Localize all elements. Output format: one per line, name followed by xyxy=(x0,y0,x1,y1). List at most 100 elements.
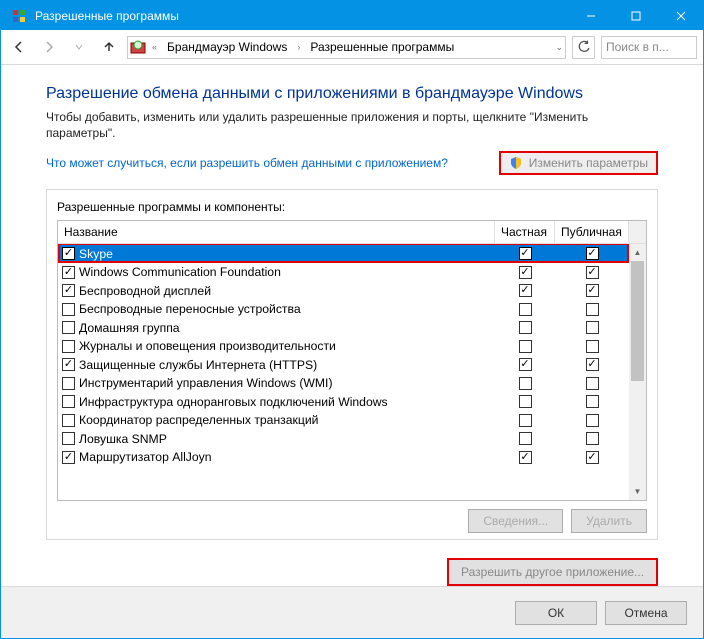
table-row[interactable]: ✓ Skype ✓ ✓ xyxy=(58,244,629,263)
row-name: Маршрутизатор AllJoyn xyxy=(79,450,212,464)
table-row[interactable]: Журналы и оповещения производительности xyxy=(58,337,629,356)
table-row[interactable]: ✓ Беспроводной дисплей ✓ ✓ xyxy=(58,281,629,300)
cancel-button[interactable]: Отмена xyxy=(605,601,687,625)
table-row[interactable]: ✓ Windows Communication Foundation ✓ ✓ xyxy=(58,263,629,282)
titlebar: Разрешенные программы xyxy=(1,1,703,30)
forward-button[interactable] xyxy=(37,35,61,59)
checkbox[interactable] xyxy=(519,432,532,445)
column-name[interactable]: Название xyxy=(58,221,495,243)
maximize-button[interactable] xyxy=(613,1,658,30)
history-dropdown[interactable] xyxy=(67,35,91,59)
chevron-left-icon: « xyxy=(150,42,159,52)
table-row[interactable]: Ловушка SNMP xyxy=(58,429,629,448)
checkbox[interactable]: ✓ xyxy=(519,284,532,297)
checkbox[interactable] xyxy=(586,395,599,408)
checkbox[interactable]: ✓ xyxy=(586,284,599,297)
row-name: Беспроводной дисплей xyxy=(79,284,211,298)
row-name: Skype xyxy=(79,247,113,261)
checkbox[interactable] xyxy=(519,340,532,353)
minimize-button[interactable] xyxy=(568,1,613,30)
listview-header: Название Частная Публичная xyxy=(58,221,646,244)
checkbox[interactable]: ✓ xyxy=(62,266,75,279)
page-subtext: Чтобы добавить, изменить или удалить раз… xyxy=(46,109,658,141)
table-row[interactable]: ✓ Маршрутизатор AllJoyn ✓ ✓ xyxy=(58,448,629,467)
scroll-thumb[interactable] xyxy=(631,261,644,381)
table-row[interactable]: Инструментарий управления Windows (WMI) xyxy=(58,374,629,393)
row-name: Защищенные службы Интернета (HTTPS) xyxy=(79,358,317,372)
ok-button[interactable]: ОК xyxy=(515,601,597,625)
checkbox[interactable]: ✓ xyxy=(519,266,532,279)
checkbox[interactable]: ✓ xyxy=(519,358,532,371)
programs-listview[interactable]: Название Частная Публичная ✓ Skype ✓ ✓ ✓ Wind… xyxy=(57,220,647,501)
checkbox[interactable] xyxy=(519,303,532,316)
checkbox[interactable] xyxy=(519,377,532,390)
scrollbar-vertical[interactable]: ▲ ▼ xyxy=(629,244,646,500)
content-area: Разрешение обмена данными с приложениями… xyxy=(1,65,703,550)
row-name: Беспроводные переносные устройства xyxy=(79,302,301,316)
checkbox[interactable]: ✓ xyxy=(62,247,75,260)
table-row[interactable]: Беспроводные переносные устройства xyxy=(58,300,629,319)
checkbox[interactable]: ✓ xyxy=(586,247,599,260)
checkbox[interactable] xyxy=(519,414,532,427)
refresh-button[interactable] xyxy=(572,36,595,59)
checkbox[interactable]: ✓ xyxy=(586,266,599,279)
allow-another-app-button[interactable]: Разрешить другое приложение... xyxy=(447,558,658,586)
checkbox[interactable] xyxy=(519,395,532,408)
checkbox[interactable]: ✓ xyxy=(62,358,75,371)
scroll-up-icon[interactable]: ▲ xyxy=(629,244,646,261)
checkbox[interactable] xyxy=(62,414,75,427)
checkbox[interactable] xyxy=(586,321,599,334)
checkbox[interactable] xyxy=(62,377,75,390)
row-name: Windows Communication Foundation xyxy=(79,265,281,279)
checkbox[interactable] xyxy=(586,340,599,353)
checkbox[interactable]: ✓ xyxy=(62,451,75,464)
row-name: Домашняя группа xyxy=(79,321,180,335)
row-name: Ловушка SNMP xyxy=(79,432,167,446)
risk-link[interactable]: Что может случиться, если разрешить обме… xyxy=(46,156,448,170)
checkbox[interactable] xyxy=(586,303,599,316)
row-name: Инструментарий управления Windows (WMI) xyxy=(79,376,333,390)
checkbox[interactable]: ✓ xyxy=(62,284,75,297)
row-name: Инфраструктура одноранговых подключений … xyxy=(79,395,388,409)
checkbox[interactable]: ✓ xyxy=(586,358,599,371)
app-icon xyxy=(11,8,27,24)
row-name: Координатор распределенных транзакций xyxy=(79,413,318,427)
scroll-down-icon[interactable]: ▼ xyxy=(629,483,646,500)
checkbox[interactable] xyxy=(586,432,599,445)
checkbox[interactable]: ✓ xyxy=(519,451,532,464)
breadcrumb[interactable]: « Брандмауэр Windows › Разрешенные прогр… xyxy=(127,36,566,59)
checkbox[interactable] xyxy=(62,432,75,445)
column-public[interactable]: Публичная xyxy=(555,221,629,243)
back-button[interactable] xyxy=(7,35,31,59)
search-input[interactable]: Поиск в п... xyxy=(601,36,697,59)
checkbox[interactable] xyxy=(62,303,75,316)
checkbox[interactable] xyxy=(586,414,599,427)
chevron-down-icon[interactable]: ⌄ xyxy=(551,42,563,53)
window: Разрешенные программы « Брандмауэр Windo… xyxy=(0,0,704,639)
remove-button[interactable]: Удалить xyxy=(571,509,647,533)
checkbox[interactable] xyxy=(62,321,75,334)
table-row[interactable]: Координатор распределенных транзакций xyxy=(58,411,629,430)
firewall-icon xyxy=(130,39,146,55)
programs-group: Разрешенные программы и компоненты: Назв… xyxy=(46,189,658,540)
checkbox[interactable] xyxy=(586,377,599,390)
checkbox[interactable] xyxy=(62,340,75,353)
close-button[interactable] xyxy=(658,1,703,30)
up-button[interactable] xyxy=(97,35,121,59)
checkbox[interactable] xyxy=(62,395,75,408)
table-row[interactable]: ✓ Защищенные службы Интернета (HTTPS) ✓ ✓ xyxy=(58,355,629,374)
checkbox[interactable]: ✓ xyxy=(519,247,532,260)
table-row[interactable]: Домашняя группа xyxy=(58,318,629,337)
page-heading: Разрешение обмена данными с приложениями… xyxy=(46,85,658,103)
checkbox[interactable]: ✓ xyxy=(586,451,599,464)
chevron-right-icon: › xyxy=(295,42,302,52)
table-row[interactable]: Инфраструктура одноранговых подключений … xyxy=(58,392,629,411)
details-button[interactable]: Сведения... xyxy=(468,509,563,533)
listview-body: ✓ Skype ✓ ✓ ✓ Windows Communication Foundatio… xyxy=(58,244,646,500)
shield-icon xyxy=(509,156,523,170)
change-settings-button[interactable]: Изменить параметры xyxy=(499,151,658,175)
breadcrumb-root[interactable]: Брандмауэр Windows xyxy=(163,40,291,54)
column-private[interactable]: Частная xyxy=(495,221,555,243)
checkbox[interactable] xyxy=(519,321,532,334)
breadcrumb-current[interactable]: Разрешенные программы xyxy=(306,40,458,54)
